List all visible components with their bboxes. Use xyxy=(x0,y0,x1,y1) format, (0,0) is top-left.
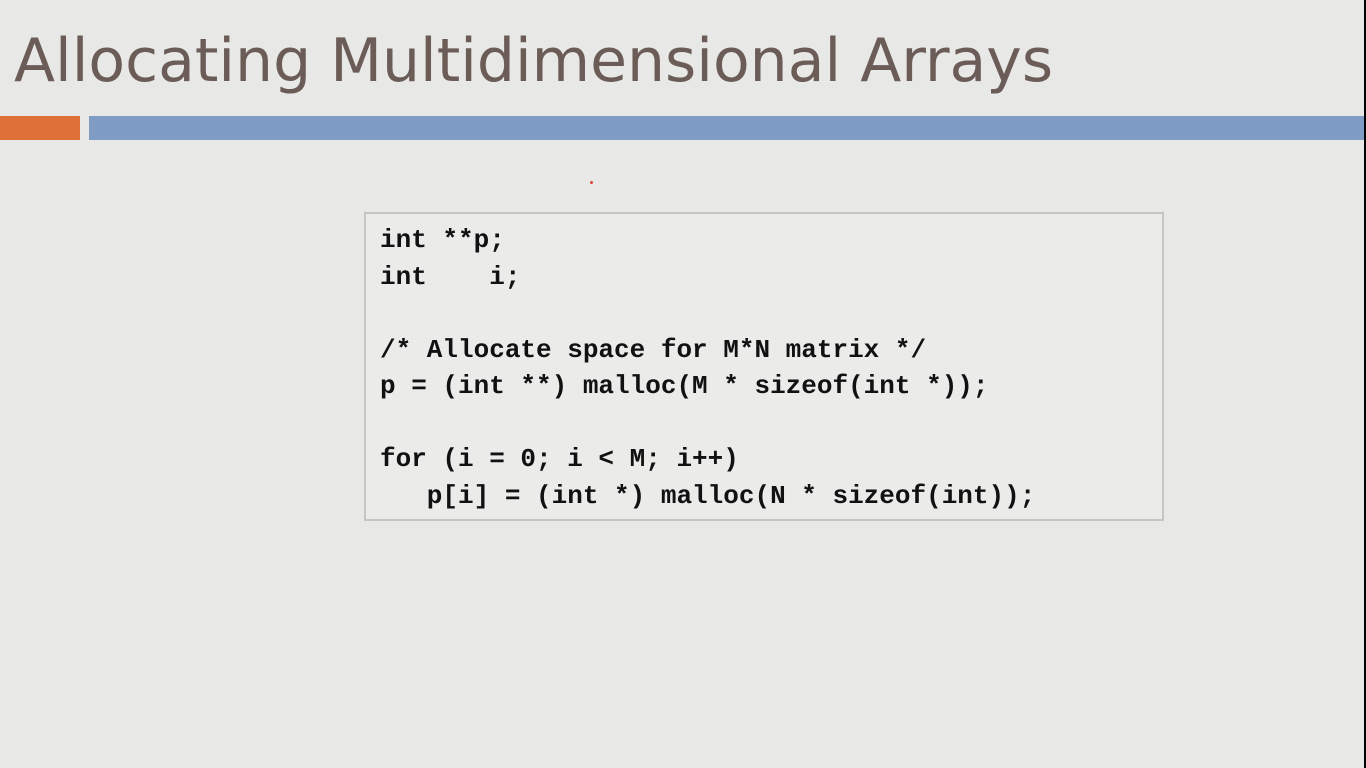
code-line: int **p; xyxy=(380,225,505,255)
code-box: int **p; int i; /* Allocate space for M*N … xyxy=(364,212,1164,521)
slide-title: Allocating Multidimensional Arrays xyxy=(14,26,1054,96)
slide: Allocating Multidimensional Arrays int *… xyxy=(0,0,1364,768)
code-line: p = (int **) malloc(M * sizeof(int *)); xyxy=(380,371,989,401)
code-block: int **p; int i; /* Allocate space for M*N … xyxy=(380,222,1035,514)
stray-dot xyxy=(590,181,593,184)
accent-bar-orange xyxy=(0,116,80,140)
code-line: int i; xyxy=(380,261,521,292)
code-line: p[i] = (int *) malloc(N * sizeof(int)); xyxy=(380,480,1036,511)
accent-bar-blue xyxy=(89,116,1364,140)
code-line: /* Allocate space for M*N matrix */ xyxy=(380,334,927,365)
code-line: for (i = 0; i < M; i++) xyxy=(380,444,739,474)
